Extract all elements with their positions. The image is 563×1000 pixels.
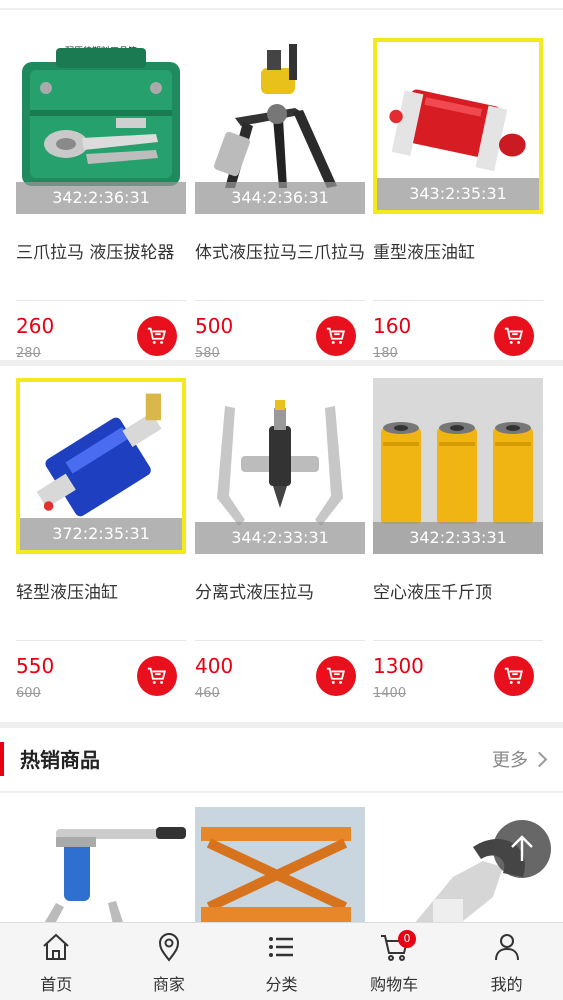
user-icon (494, 934, 519, 961)
product-image[interactable]: 343:2:35:31 (373, 38, 543, 214)
product-image[interactable]: 372:2:35:31 (16, 378, 186, 554)
tab-cart[interactable]: 购物车 (338, 923, 451, 1000)
section-title: 热销商品 (20, 748, 100, 772)
bottom-tab-bar: 首页 商家 分类 购物车 我的 (0, 922, 563, 1000)
product-image[interactable]: 342:2:33:31 (373, 378, 543, 554)
product-grid-row-1: 配原装塑料工具箱 342:2:36:31 三爪拉马 液压拔轮器 260 (0, 10, 563, 361)
hydraulic-puller-image (44, 827, 186, 923)
tab-categories[interactable]: 分类 (225, 923, 338, 1000)
product-name[interactable]: 空心液压千斤顶 (373, 581, 545, 605)
cart-icon (147, 327, 166, 344)
product-old-price: 580 (195, 346, 220, 361)
product-old-price: 180 (373, 346, 398, 361)
top-strip (0, 0, 563, 8)
countdown-timer: 372:2:35:31 (20, 518, 182, 550)
tab-home[interactable]: 首页 (0, 923, 113, 1000)
product-price: 1300 (373, 654, 424, 678)
divider (373, 300, 543, 301)
product-image[interactable]: 344:2:33:31 (195, 378, 365, 554)
scroll-to-top-button[interactable] (493, 820, 551, 878)
product-old-price: 1400 (373, 686, 407, 701)
chevron-right-icon (531, 751, 548, 768)
countdown-timer: 344:2:33:31 (195, 522, 365, 554)
location-pin-icon (158, 933, 179, 962)
tab-label: 购物车 (370, 975, 419, 994)
product-image[interactable]: 配原装塑料工具箱 342:2:36:31 (16, 38, 186, 214)
divider (16, 640, 186, 641)
product-grid-row-2: 372:2:35:31 轻型液压油缸 550 600 344:2:33:31 分… (0, 366, 563, 722)
countdown-timer: 343:2:35:31 (377, 178, 539, 210)
add-to-cart-button[interactable] (494, 656, 534, 696)
divider (16, 300, 186, 301)
home-icon (43, 933, 69, 960)
section-accent-bar (0, 742, 4, 776)
product-name[interactable]: 重型液压油缸 (373, 241, 545, 265)
hot-product-card[interactable] (195, 807, 365, 923)
divider (195, 300, 365, 301)
add-to-cart-button[interactable] (316, 316, 356, 356)
tab-merchants[interactable]: 商家 (113, 923, 226, 1000)
cart-icon (326, 327, 345, 344)
product-old-price: 280 (16, 346, 41, 361)
product-price: 550 (16, 654, 55, 678)
tab-label: 分类 (265, 975, 298, 994)
hot-products-list (0, 793, 563, 923)
cart-count-badge: 0 (398, 930, 416, 948)
hot-products-header: 热销商品 更多 (0, 728, 563, 792)
add-to-cart-button[interactable] (494, 316, 534, 356)
cart-icon (326, 667, 345, 684)
cart-icon (147, 667, 166, 684)
divider (373, 640, 543, 641)
product-old-price: 600 (16, 686, 41, 701)
product-name[interactable]: 三爪拉马 液压拔轮器 (16, 241, 188, 265)
countdown-timer: 342:2:36:31 (16, 182, 186, 214)
list-icon (269, 937, 294, 957)
countdown-timer: 344:2:36:31 (195, 182, 365, 214)
hot-product-card[interactable] (16, 807, 186, 923)
product-price: 400 (195, 654, 234, 678)
page: 配原装塑料工具箱 342:2:36:31 三爪拉马 液压拔轮器 260 (0, 0, 563, 1000)
more-link[interactable]: 更多 (492, 746, 548, 772)
add-to-cart-button[interactable] (316, 656, 356, 696)
scissor-lift-image (195, 807, 365, 923)
add-to-cart-button[interactable] (137, 316, 177, 356)
product-name[interactable]: 分离式液压拉马 (195, 581, 367, 605)
countdown-timer: 342:2:33:31 (373, 522, 543, 554)
product-price: 160 (373, 314, 412, 338)
product-price: 500 (195, 314, 234, 338)
product-image[interactable]: 344:2:36:31 (195, 38, 365, 214)
product-price: 260 (16, 314, 55, 338)
tab-label: 我的 (490, 975, 523, 994)
add-to-cart-button[interactable] (137, 656, 177, 696)
more-label: 更多 (492, 750, 528, 771)
product-name[interactable]: 轻型液压油缸 (16, 581, 188, 605)
product-old-price: 460 (195, 686, 220, 701)
tab-label: 商家 (152, 975, 185, 994)
cart-icon (504, 667, 523, 684)
cart-icon (504, 327, 523, 344)
tab-profile[interactable]: 我的 (450, 923, 563, 1000)
arrow-up-icon (511, 835, 533, 861)
divider (195, 640, 365, 641)
tab-label: 首页 (40, 975, 73, 994)
product-name[interactable]: 体式液压拉马三爪拉马 (195, 241, 367, 265)
